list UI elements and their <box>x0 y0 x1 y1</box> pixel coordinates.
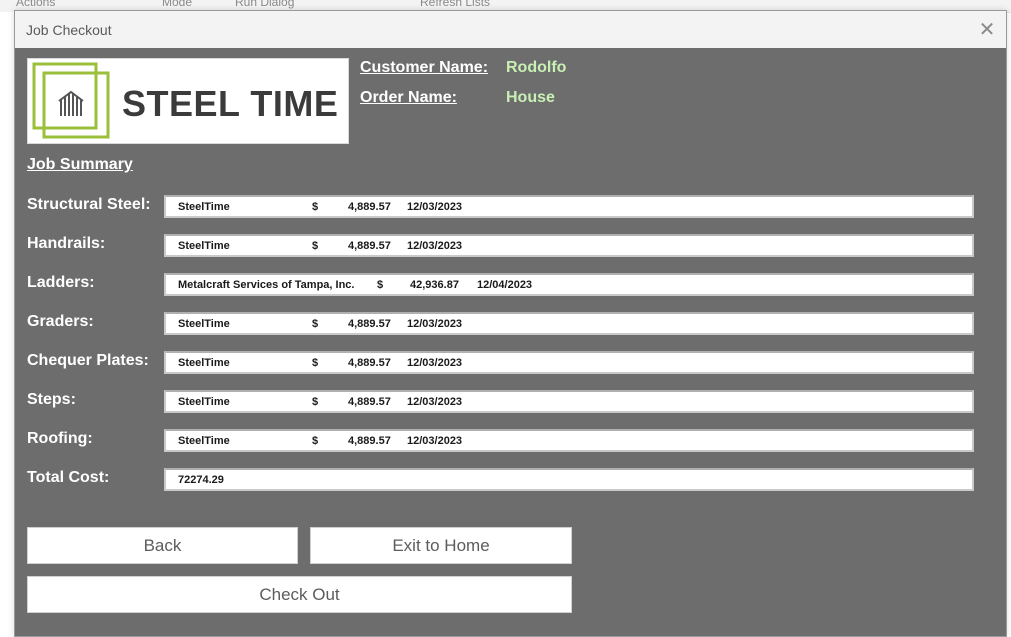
dialog-titlebar: Job Checkout ✕ <box>15 11 1006 48</box>
row-amount: 4,889.57 <box>348 318 391 330</box>
row-currency: $ <box>312 201 319 213</box>
row-amount: 42,936.87 <box>410 279 459 291</box>
steps-label: Steps: <box>27 391 76 408</box>
ladders-label: Ladders: <box>27 274 95 291</box>
row-currency: $ <box>312 396 319 408</box>
row-currency: $ <box>377 279 384 291</box>
bg-refresh-lists-label: Refresh Lists <box>420 0 491 9</box>
back-button[interactable]: Back <box>27 527 298 564</box>
graders-label: Graders: <box>27 313 94 330</box>
chequer-plates-field[interactable]: SteelTime $ 4,889.57 12/03/2023 <box>164 351 974 374</box>
job-summary-title: Job Summary <box>27 156 133 173</box>
row-vendor: Metalcraft Services of Tampa, Inc. <box>178 279 355 291</box>
bg-actions-label: Actions <box>16 0 56 9</box>
row-date: 12/03/2023 <box>407 240 463 252</box>
row-date: 12/03/2023 <box>407 357 463 369</box>
row-currency: $ <box>312 240 319 252</box>
handrails-label: Handrails: <box>27 235 106 252</box>
check-out-button[interactable]: Check Out <box>27 576 572 613</box>
row-date: 12/03/2023 <box>407 396 463 408</box>
row-amount: 4,889.57 <box>348 357 391 369</box>
row-vendor: SteelTime <box>178 357 230 369</box>
bg-mode-label: Mode <box>162 0 193 9</box>
handrails-field[interactable]: SteelTime $ 4,889.57 12/03/2023 <box>164 234 974 257</box>
total-cost-label: Total Cost: <box>27 469 110 486</box>
bg-run-dialog-label: Run Dialog <box>235 0 295 9</box>
roofing-label: Roofing: <box>27 430 93 447</box>
row-vendor: SteelTime <box>178 435 230 447</box>
ladders-field[interactable]: Metalcraft Services of Tampa, Inc. $ 42,… <box>164 273 974 296</box>
row-amount: 4,889.57 <box>348 240 391 252</box>
structural-steel-label: Structural Steel: <box>27 196 151 213</box>
structural-steel-field[interactable]: SteelTime $ 4,889.57 12/03/2023 <box>164 195 974 218</box>
row-currency: $ <box>312 357 319 369</box>
row-vendor: SteelTime <box>178 240 230 252</box>
steps-field[interactable]: SteelTime $ 4,889.57 12/03/2023 <box>164 390 974 413</box>
row-date: 12/04/2023 <box>477 279 533 291</box>
dialog-title: Job Checkout <box>26 22 112 38</box>
row-amount: 4,889.57 <box>348 396 391 408</box>
row-vendor: SteelTime <box>178 318 230 330</box>
background-app-edge <box>0 12 14 637</box>
row-vendor: SteelTime <box>178 201 230 213</box>
row-date: 12/03/2023 <box>407 435 463 447</box>
chequer-plates-label: Chequer Plates: <box>27 352 149 369</box>
roofing-field[interactable]: SteelTime $ 4,889.57 12/03/2023 <box>164 429 974 452</box>
graders-field[interactable]: SteelTime $ 4,889.57 12/03/2023 <box>164 312 974 335</box>
job-checkout-dialog: Job Checkout ✕ STEEL TIME Customer Name:… <box>14 10 1007 637</box>
customer-name-label: Customer Name: <box>360 59 489 76</box>
row-date: 12/03/2023 <box>407 318 463 330</box>
row-currency: $ <box>312 435 319 447</box>
exit-to-home-button[interactable]: Exit to Home <box>310 527 572 564</box>
row-vendor: SteelTime <box>178 396 230 408</box>
row-amount: 4,889.57 <box>348 201 391 213</box>
row-date: 12/03/2023 <box>407 201 463 213</box>
row-currency: $ <box>312 318 319 330</box>
order-name-value: House <box>506 89 555 106</box>
company-logo: STEEL TIME <box>27 58 349 144</box>
order-name-label: Order Name: <box>360 89 457 106</box>
row-amount: 4,889.57 <box>348 435 391 447</box>
close-icon[interactable]: ✕ <box>974 17 1000 43</box>
total-cost-field[interactable]: 72274.29 <box>164 468 974 491</box>
total-cost-value: 72274.29 <box>178 474 224 486</box>
customer-name-value: Rodolfo <box>506 59 567 76</box>
steel-beams-icon <box>32 62 110 139</box>
logo-wordmark: STEEL TIME <box>122 83 339 124</box>
